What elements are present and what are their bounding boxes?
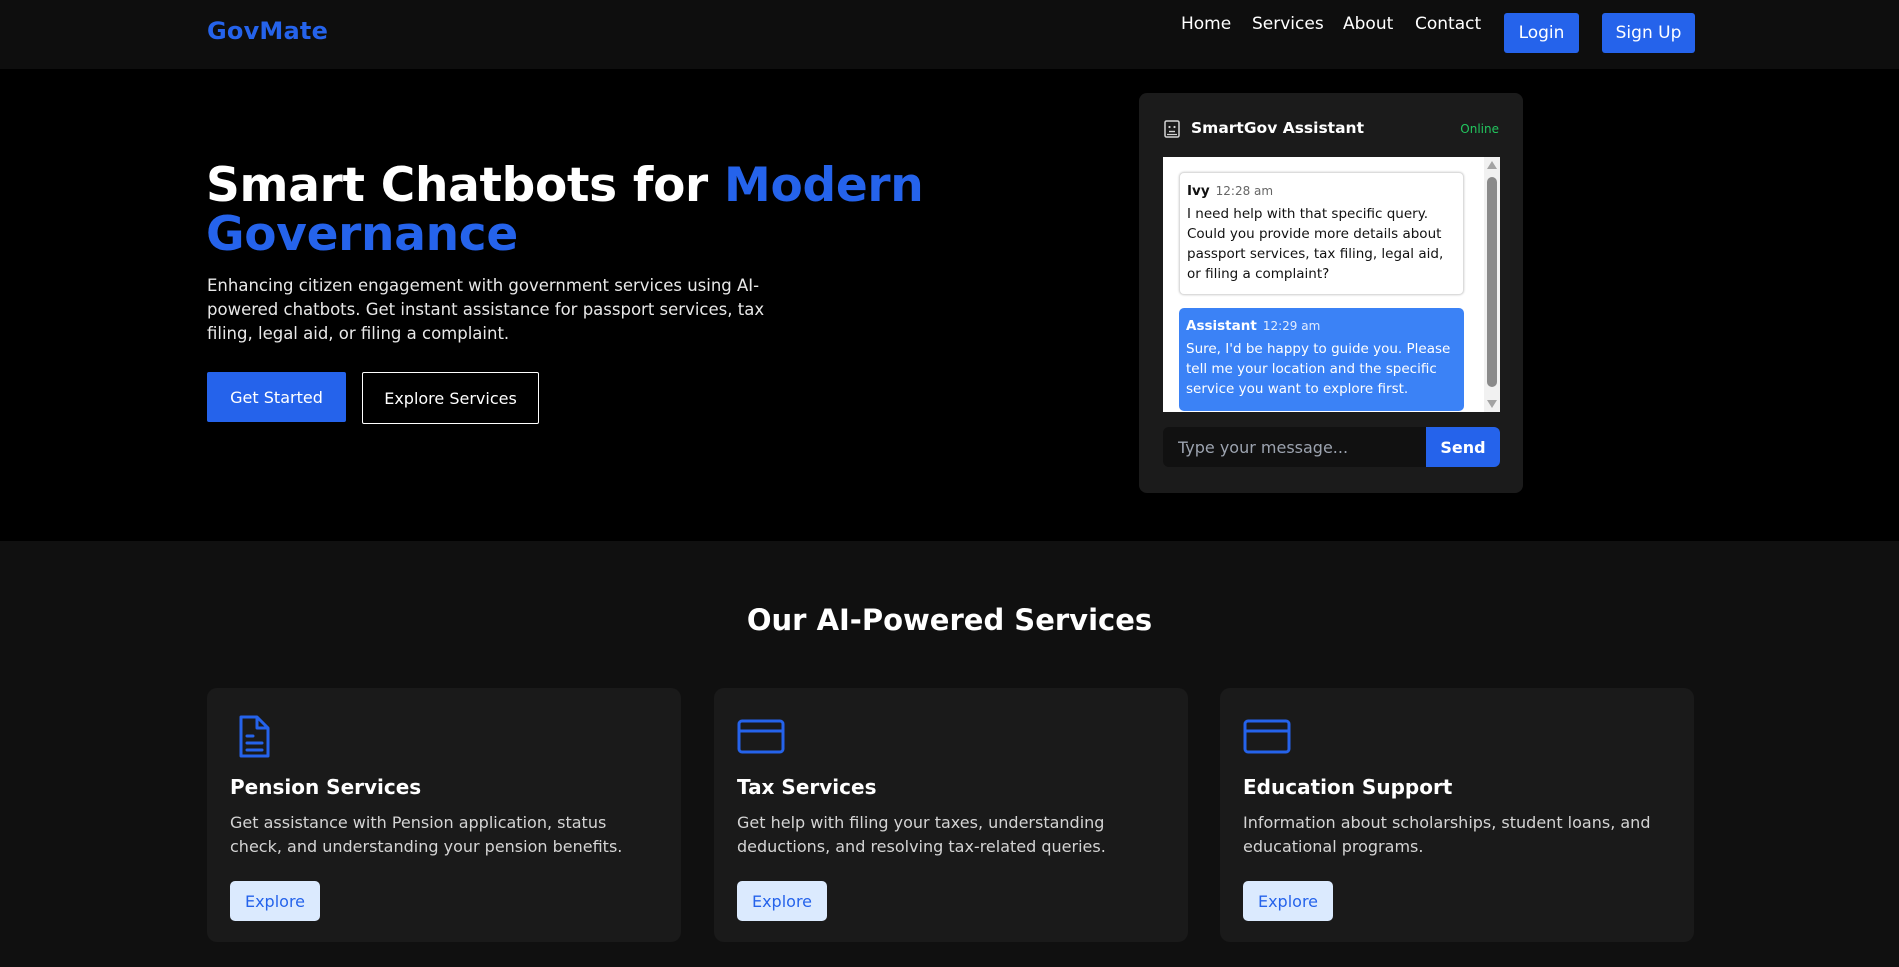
nav-link-about[interactable]: About	[1343, 14, 1393, 34]
message-text: Sure, I'd be happy to guide you. Please …	[1186, 341, 1451, 397]
top-navbar: GovMate Home Services About Contact Logi…	[0, 0, 1899, 69]
credit-card-icon	[1243, 719, 1291, 754]
message-sender: Assistant	[1186, 318, 1257, 334]
hero-subtitle: Enhancing citizen engagement with govern…	[207, 276, 765, 343]
chat-widget: SmartGov Assistant Online Ivy 12:28 am I …	[1139, 93, 1523, 493]
services-title: Our AI-Powered Services	[746, 603, 1153, 637]
chat-message-user: Ivy 12:28 am I need help with that specif…	[1179, 172, 1464, 295]
service-card-description: Get assistance with Pension application,…	[230, 813, 623, 856]
hero-title: Smart Chatbots for Modern Governance	[206, 161, 926, 259]
message-sender: Ivy	[1187, 183, 1210, 199]
chat-message-assistant: Assistant 12:29 am Sure, I'd be happy to …	[1179, 308, 1464, 411]
message-time: 12:28 am	[1215, 184, 1274, 198]
brand-logo[interactable]: GovMate	[207, 17, 328, 45]
services-section: Our AI-Powered Services Pension Services…	[0, 541, 1899, 967]
service-card-tax: Tax Services Get help with filing your t…	[714, 688, 1188, 942]
login-button[interactable]: Login	[1504, 13, 1579, 53]
service-card-description: Information about scholarships, student …	[1243, 813, 1651, 856]
explore-button[interactable]: Explore	[1243, 881, 1333, 921]
chat-scrollbar[interactable]	[1484, 157, 1500, 412]
service-card-title: Pension Services	[230, 775, 422, 799]
nav-link-contact[interactable]: Contact	[1415, 14, 1481, 34]
service-card-pension: Pension Services Get assistance with Pen…	[207, 688, 681, 942]
scroll-up-arrow-icon[interactable]	[1487, 161, 1497, 169]
scroll-thumb[interactable]	[1487, 177, 1497, 387]
message-text: I need help with that specific query. Co…	[1187, 206, 1444, 282]
explore-button[interactable]: Explore	[737, 881, 827, 921]
message-time: 12:29 am	[1262, 319, 1321, 333]
explore-button[interactable]: Explore	[230, 881, 320, 921]
chat-message-log[interactable]: Ivy 12:28 am I need help with that specif…	[1163, 157, 1500, 412]
credit-card-icon	[737, 719, 785, 754]
message-meta: Ivy 12:28 am	[1187, 183, 1455, 199]
send-button[interactable]: Send	[1426, 427, 1500, 467]
service-card-title: Tax Services	[737, 775, 877, 799]
service-card-title: Education Support	[1243, 775, 1453, 799]
nav-link-services[interactable]: Services	[1252, 14, 1324, 34]
chat-title: SmartGov Assistant	[1191, 119, 1364, 137]
explore-services-button[interactable]: Explore Services	[362, 372, 539, 424]
chat-status-badge: Online	[1460, 122, 1499, 136]
nav-link-home[interactable]: Home	[1181, 14, 1231, 34]
message-meta: Assistant 12:29 am	[1186, 318, 1456, 334]
service-card-description: Get help with filing your taxes, underst…	[737, 813, 1106, 856]
service-card-education: Education Support Information about scho…	[1220, 688, 1694, 942]
document-icon	[239, 715, 270, 758]
get-started-button[interactable]: Get Started	[207, 372, 346, 422]
chat-message-input[interactable]	[1163, 427, 1426, 467]
hero-title-plain: Smart Chatbots for	[206, 158, 725, 213]
robot-icon	[1164, 120, 1180, 138]
signup-button[interactable]: Sign Up	[1602, 13, 1695, 53]
scroll-down-arrow-icon[interactable]	[1487, 400, 1497, 408]
hero-section: Smart Chatbots for Modern Governance Enh…	[0, 69, 1899, 541]
